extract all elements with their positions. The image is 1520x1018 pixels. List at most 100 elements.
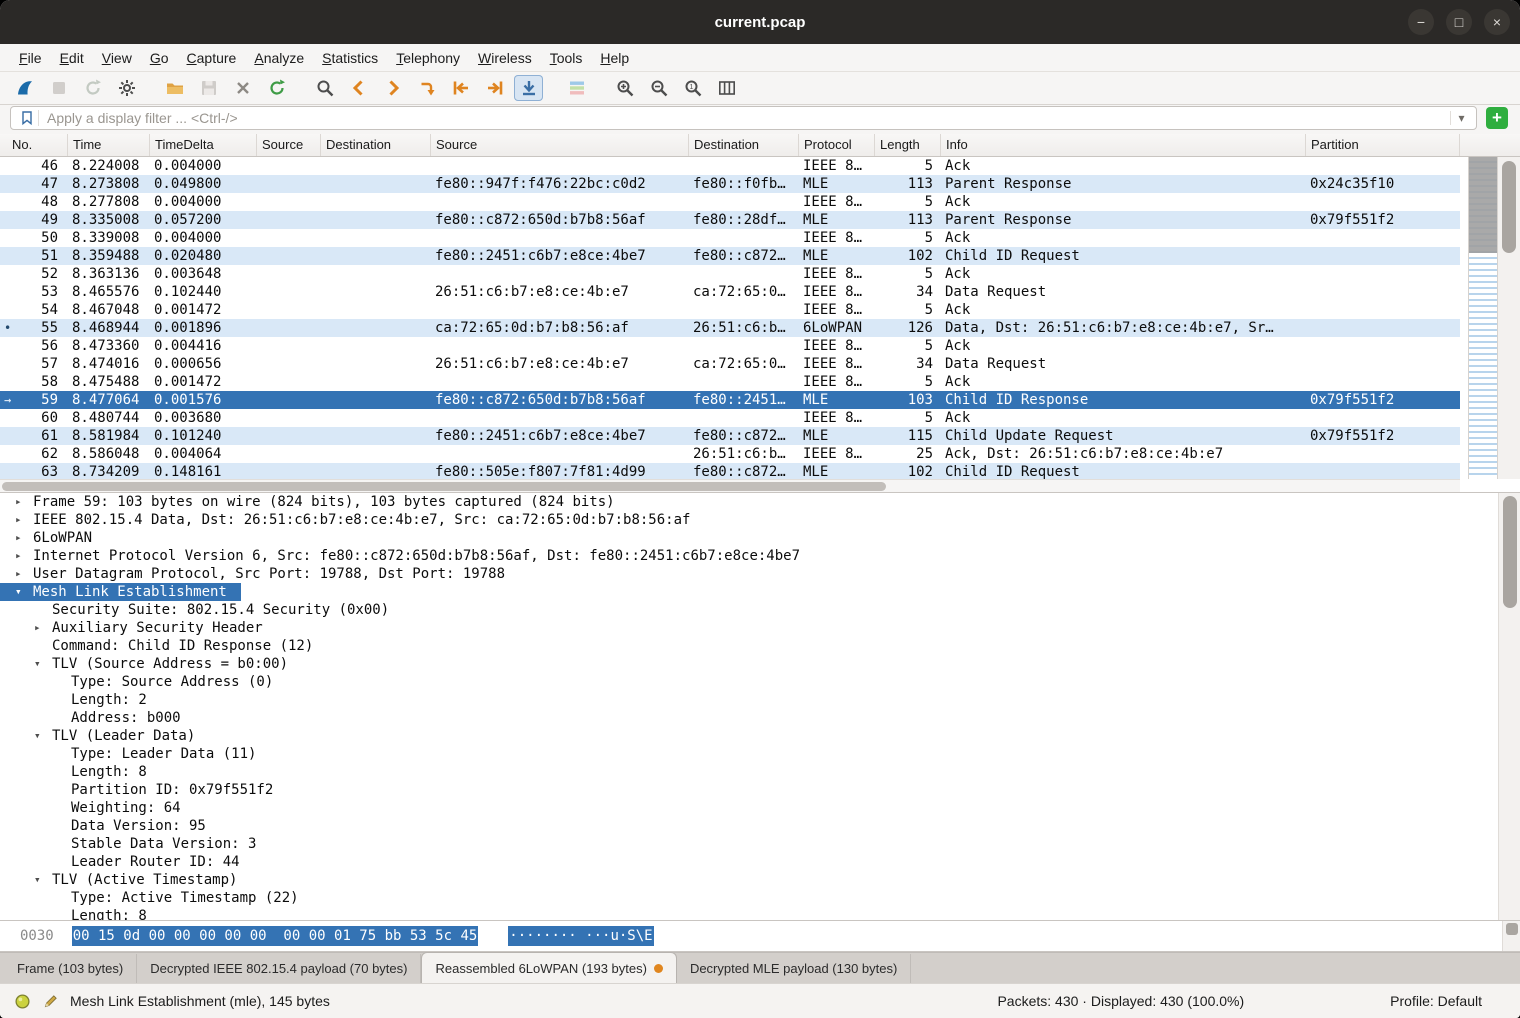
menu-item-edit[interactable]: Edit (51, 47, 93, 69)
detail-line[interactable]: Stable Data Version: 3 (0, 835, 1520, 853)
detail-line[interactable]: ▸Auxiliary Security Header (0, 619, 1520, 637)
zoom-out-button[interactable] (644, 75, 673, 101)
menu-item-help[interactable]: Help (591, 47, 638, 69)
detail-line[interactable]: ▾TLV (Active Timestamp) (0, 871, 1520, 889)
detail-line[interactable]: Type: Active Timestamp (22) (0, 889, 1520, 907)
detail-line[interactable]: ▸IEEE 802.15.4 Data, Dst: 26:51:c6:b7:e8… (0, 511, 1520, 529)
expand-icon[interactable]: ▸ (15, 547, 33, 565)
detail-line[interactable]: ▾TLV (Leader Data) (0, 727, 1520, 745)
detail-line[interactable]: ▸Internet Protocol Version 6, Src: fe80:… (0, 547, 1520, 565)
menu-item-capture[interactable]: Capture (178, 47, 246, 69)
collapse-icon[interactable]: ▾ (34, 655, 52, 673)
menu-item-analyze[interactable]: Analyze (245, 47, 313, 69)
packet-row-53[interactable]: 538.4655760.10244026:51:c6:b7:e8:ce:4b:e… (0, 283, 1460, 301)
column-header-length[interactable]: Length (875, 134, 941, 156)
packet-row-57[interactable]: 578.4740160.00065626:51:c6:b7:e8:ce:4b:e… (0, 355, 1460, 373)
column-header-destination[interactable]: Destination (321, 134, 431, 156)
display-filter-input[interactable]: Apply a display filter ... <Ctrl-/> ▾ (10, 106, 1477, 130)
packet-row-50[interactable]: 508.3390080.004000IEEE 8…5Ack (0, 229, 1460, 247)
hex-ascii[interactable]: ········ ···u·S\E (508, 926, 653, 946)
packet-row-49[interactable]: 498.3350080.057200fe80::c872:650d:b7b8:5… (0, 211, 1460, 229)
save-file-button[interactable] (194, 75, 223, 101)
detail-line[interactable]: ▸Frame 59: 103 bytes on wire (824 bits),… (0, 493, 1520, 511)
packet-row-63[interactable]: 638.7342090.148161fe80::505e:f807:7f81:4… (0, 463, 1460, 479)
menu-item-statistics[interactable]: Statistics (313, 47, 387, 69)
go-last-button[interactable] (480, 75, 509, 101)
packet-row-55[interactable]: 558.4689440.001896ca:72:65:0d:b7:b8:56:a… (0, 319, 1460, 337)
open-file-button[interactable] (160, 75, 189, 101)
column-header-no[interactable]: No. (0, 134, 68, 156)
packet-row-47[interactable]: 478.2738080.049800fe80::947f:f476:22bc:c… (0, 175, 1460, 193)
packet-row-62[interactable]: 628.5860480.00406426:51:c6:b…IEEE 8…25Ac… (0, 445, 1460, 463)
zoom-in-button[interactable] (610, 75, 639, 101)
packet-list-scrollbar[interactable] (1498, 157, 1520, 479)
column-header-destination[interactable]: Destination (689, 134, 799, 156)
detail-line[interactable]: ▸6LoWPAN (0, 529, 1520, 547)
detail-line[interactable]: Type: Source Address (0) (0, 673, 1520, 691)
detail-line[interactable]: Length: 8 (0, 763, 1520, 781)
packet-row-48[interactable]: 488.2778080.004000IEEE 8…5Ack (0, 193, 1460, 211)
detail-line[interactable]: ▸User Datagram Protocol, Src Port: 19788… (0, 565, 1520, 583)
details-scrollbar-thumb[interactable] (1503, 496, 1517, 608)
menu-item-wireless[interactable]: Wireless (469, 47, 541, 69)
packet-row-51[interactable]: 518.3594880.020480fe80::2451:c6b7:e8ce:4… (0, 247, 1460, 265)
close-icon[interactable]: × (1484, 9, 1510, 35)
column-header-protocol[interactable]: Protocol (799, 134, 875, 156)
expand-icon[interactable]: ▸ (15, 565, 33, 583)
byte-tab-3[interactable]: Decrypted MLE payload (130 bytes) (677, 954, 911, 983)
expand-icon[interactable]: ▸ (15, 493, 33, 511)
scrollbar-thumb[interactable] (1502, 161, 1516, 253)
find-packet-button[interactable] (310, 75, 339, 101)
menu-item-file[interactable]: File (10, 47, 51, 69)
colorize-button[interactable] (562, 75, 591, 101)
column-header-source[interactable]: Source (257, 134, 321, 156)
column-header-timedelta[interactable]: TimeDelta (150, 134, 257, 156)
capture-comment-icon[interactable] (41, 991, 61, 1011)
go-first-button[interactable] (446, 75, 475, 101)
expand-icon[interactable]: ▸ (15, 529, 33, 547)
hex-scrollbar[interactable] (1502, 921, 1520, 951)
capture-options-button[interactable] (112, 75, 141, 101)
column-header-info[interactable]: Info (941, 134, 1306, 156)
packet-row-59[interactable]: 598.4770640.001576fe80::c872:650d:b7b8:5… (0, 391, 1460, 409)
hscrollbar-thumb[interactable] (2, 482, 886, 491)
column-header-partition[interactable]: Partition (1306, 134, 1460, 156)
column-header-source[interactable]: Source (431, 134, 689, 156)
detail-line[interactable]: Length: 2 (0, 691, 1520, 709)
detail-line[interactable]: ▾Mesh Link Establishment (0, 583, 241, 601)
stop-capture-button[interactable] (44, 75, 73, 101)
detail-line[interactable]: Leader Router ID: 44 (0, 853, 1520, 871)
menu-item-view[interactable]: View (93, 47, 141, 69)
hex-bytes[interactable]: 00 15 0d 00 00 00 00 00 00 00 01 75 bb 5… (72, 926, 479, 946)
packet-row-52[interactable]: 528.3631360.003648IEEE 8…5Ack (0, 265, 1460, 283)
close-file-button[interactable] (228, 75, 257, 101)
byte-tab-2[interactable]: Reassembled 6LoWPAN (193 bytes) (421, 952, 676, 983)
minimap-viewport[interactable] (1469, 157, 1497, 253)
collapse-icon[interactable]: ▾ (15, 583, 33, 601)
resize-columns-button[interactable] (712, 75, 741, 101)
maximize-icon[interactable]: □ (1446, 9, 1472, 35)
expert-info-icon[interactable] (12, 991, 32, 1011)
reload-file-button[interactable] (262, 75, 291, 101)
detail-line[interactable]: Weighting: 64 (0, 799, 1520, 817)
column-header-time[interactable]: Time (68, 134, 150, 156)
menu-item-go[interactable]: Go (141, 47, 178, 69)
add-filter-button[interactable]: + (1486, 107, 1508, 129)
details-scrollbar[interactable] (1498, 493, 1520, 921)
go-forward-button[interactable] (378, 75, 407, 101)
start-capture-button[interactable] (10, 75, 39, 101)
expand-icon[interactable]: ▸ (34, 619, 52, 637)
minimize-icon[interactable]: − (1408, 9, 1434, 35)
packet-row-54[interactable]: 548.4670480.001472IEEE 8…5Ack (0, 301, 1460, 319)
restart-capture-button[interactable] (78, 75, 107, 101)
menu-item-telephony[interactable]: Telephony (387, 47, 469, 69)
detail-line[interactable]: Security Suite: 802.15.4 Security (0x00) (0, 601, 1520, 619)
byte-tab-0[interactable]: Frame (103 bytes) (4, 954, 137, 983)
byte-tab-1[interactable]: Decrypted IEEE 802.15.4 payload (70 byte… (137, 954, 421, 983)
filter-dropdown-icon[interactable]: ▾ (1450, 111, 1472, 125)
expand-icon[interactable]: ▸ (15, 511, 33, 529)
filter-bookmark-icon[interactable] (15, 110, 39, 126)
status-profile[interactable]: Profile: Default (1390, 993, 1482, 1009)
detail-line[interactable]: Partition ID: 0x79f551f2 (0, 781, 1520, 799)
detail-line[interactable]: ▾TLV (Source Address = b0:00) (0, 655, 1520, 673)
